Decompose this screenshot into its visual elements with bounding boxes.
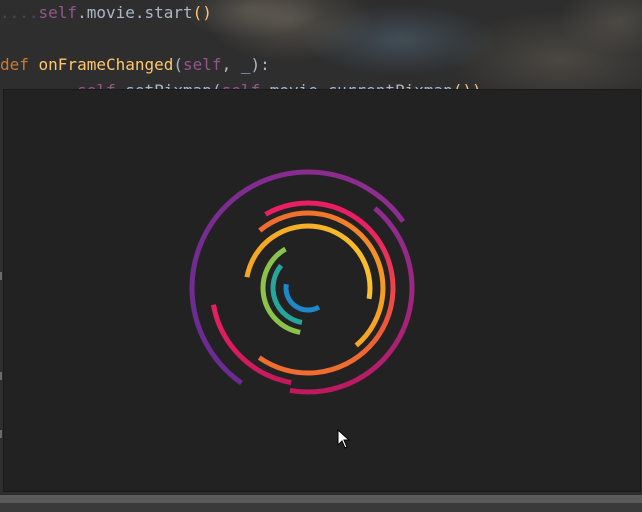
code-token: self (183, 55, 222, 74)
gutter-marker (0, 272, 2, 280)
indent-dots: .... (0, 3, 39, 22)
gutter-marker (0, 430, 2, 438)
code-line[interactable]: def onFrameChanged(self, _): (0, 52, 642, 78)
code-line[interactable] (0, 26, 642, 52)
animation-window[interactable] (4, 90, 640, 491)
gutter-marker (0, 372, 2, 380)
code-token: .movie.start (77, 3, 193, 22)
code-token: ( (173, 55, 184, 74)
code-token: () (192, 3, 212, 22)
code-token: , _): (221, 55, 270, 74)
spinner-arc (283, 283, 321, 313)
code-token: def (0, 55, 39, 74)
horizontal-scrollbar[interactable] (0, 495, 642, 503)
code-line[interactable]: ....self.movie.start() (0, 0, 642, 26)
code-token: onFrameChanged (38, 55, 174, 74)
status-strip (0, 503, 642, 512)
code-editor[interactable]: ....self.movie.start() def onFrameChanged… (0, 0, 642, 104)
loading-spinner (189, 169, 415, 395)
code-token: self (38, 3, 78, 22)
arrow-cursor-icon (337, 429, 351, 449)
